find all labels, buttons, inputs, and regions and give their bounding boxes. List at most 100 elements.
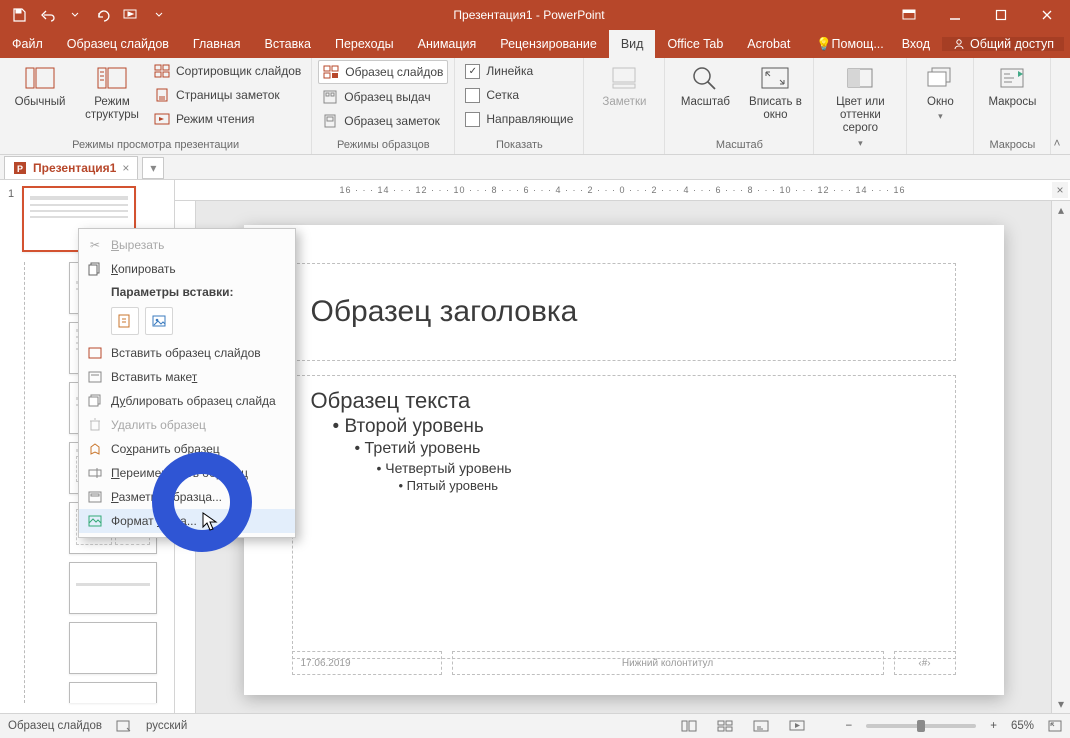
zoom-out-button[interactable]: −	[846, 720, 853, 732]
ribbon-group-macros: Макросы Макросы	[974, 58, 1051, 154]
slide-number-placeholder[interactable]: ‹#›	[894, 651, 956, 675]
outline-view-button[interactable]: Режим структуры	[78, 60, 146, 124]
close-pane-icon[interactable]: ×	[1052, 182, 1068, 198]
slide-canvas-area[interactable]: Образец заголовка Образец текста Второй …	[196, 201, 1051, 713]
outline-view-label: Режим структуры	[82, 96, 142, 122]
ctx-delete-master: Удалить образец	[79, 413, 295, 437]
scroll-up-icon[interactable]: ▴	[1052, 201, 1070, 219]
fit-to-window-icon	[759, 62, 791, 94]
tab-acrobat[interactable]: Acrobat	[735, 30, 802, 58]
title-bar: Презентация1 - PowerPoint	[0, 0, 1070, 30]
guides-checkbox[interactable]: Направляющие	[461, 108, 577, 130]
ctx-copy[interactable]: Копировать	[79, 257, 295, 281]
tell-me-button[interactable]: 💡 Помощ...	[810, 37, 890, 52]
macros-label: Макросы	[988, 96, 1036, 109]
layout-thumbnail[interactable]	[69, 562, 157, 614]
context-menu: ✂Вырезать Копировать Параметры вставки: …	[78, 228, 296, 538]
maximize-button[interactable]	[978, 0, 1024, 30]
ctx-duplicate-master[interactable]: Дублировать образец слайда	[79, 389, 295, 413]
macros-button[interactable]: Макросы	[980, 60, 1044, 111]
close-tab-icon[interactable]: ×	[122, 161, 129, 175]
zoom-icon	[689, 62, 721, 94]
zoom-button[interactable]: Масштаб	[671, 60, 739, 111]
cut-icon: ✂	[87, 237, 103, 253]
normal-view-button[interactable]: Обычный	[6, 60, 74, 111]
ctx-format-background[interactable]: Формат фона...	[79, 509, 295, 533]
color-grayscale-button[interactable]: Цвет или оттенки серого▾	[820, 60, 900, 150]
close-button[interactable]	[1024, 0, 1070, 30]
paste-picture[interactable]	[145, 307, 173, 335]
slide-master-canvas[interactable]: Образец заголовка Образец текста Второй …	[244, 225, 1004, 695]
gridlines-checkbox[interactable]: Сетка	[461, 84, 577, 106]
svg-text:P: P	[17, 164, 23, 174]
ribbon-group-color: Цвет или оттенки серого▾	[814, 58, 907, 154]
notes-master-button[interactable]: Образец заметок	[318, 110, 448, 132]
ctx-paste-options-header: Параметры вставки:	[79, 281, 295, 303]
footer-placeholder[interactable]: Нижний колонтитул	[452, 651, 884, 675]
title-placeholder[interactable]: Образец заголовка	[292, 263, 956, 361]
ctx-preserve-master[interactable]: Сохранить образец	[79, 437, 295, 461]
zoom-level-label[interactable]: 65%	[1011, 720, 1034, 732]
start-from-beginning-button[interactable]	[118, 2, 144, 28]
horizontal-ruler[interactable]: 16 · · · 14 · · · 12 · · · 10 · · · 8 · …	[175, 180, 1070, 201]
tab-office-tab[interactable]: Office Tab	[655, 30, 735, 58]
ribbon-group-label	[913, 149, 967, 154]
zoom-slider-thumb[interactable]	[917, 720, 925, 732]
undo-dropdown-icon[interactable]	[62, 2, 88, 28]
tab-insert[interactable]: Вставка	[253, 30, 323, 58]
sign-in-button[interactable]: Вход	[894, 37, 938, 51]
status-language[interactable]: русский	[146, 720, 187, 732]
tab-file[interactable]: Файл	[0, 30, 55, 58]
notes-page-button[interactable]: Страницы заметок	[150, 84, 305, 106]
qat-customize-icon[interactable]	[146, 2, 172, 28]
redo-button[interactable]	[90, 2, 116, 28]
document-tab-bar: P Презентация1 × ▾	[0, 155, 1070, 180]
new-tab-button[interactable]: ▾	[142, 157, 164, 179]
window-button[interactable]: Окно▾	[913, 60, 967, 124]
vertical-scrollbar[interactable]: ▴ ▾	[1051, 201, 1070, 713]
tab-transitions[interactable]: Переходы	[323, 30, 406, 58]
handout-master-button[interactable]: Образец выдач	[318, 86, 448, 108]
document-tab-label: Презентация1	[33, 161, 116, 175]
tab-review[interactable]: Рецензирование	[488, 30, 609, 58]
tab-home[interactable]: Главная	[181, 30, 253, 58]
checkbox-icon	[465, 88, 480, 103]
slideshow-status-button[interactable]	[786, 717, 808, 735]
share-button[interactable]: Общий доступ	[942, 37, 1064, 51]
ctx-insert-slide-master[interactable]: Вставить образец слайдов	[79, 341, 295, 365]
ruler-checkbox[interactable]: ✓Линейка	[461, 60, 577, 82]
document-tab[interactable]: P Презентация1 ×	[4, 156, 138, 179]
zoom-in-button[interactable]: +	[990, 720, 997, 732]
tab-slide-master[interactable]: Образец слайдов	[55, 30, 181, 58]
date-placeholder[interactable]: 17.06.2019	[292, 651, 442, 675]
ribbon-display-options-button[interactable]	[886, 0, 932, 30]
paste-use-destination-theme[interactable]	[111, 307, 139, 335]
body-level-3: Третий уровень	[355, 440, 937, 458]
slide-sorter-status-button[interactable]	[714, 717, 736, 735]
undo-button[interactable]	[34, 2, 60, 28]
content-placeholder[interactable]: Образец текста Второй уровень Третий уро…	[292, 375, 956, 659]
slide-master-button[interactable]: Образец слайдов	[318, 60, 448, 84]
spell-check-icon[interactable]	[116, 719, 132, 733]
reading-view-status-button[interactable]	[750, 717, 772, 735]
collapse-ribbon-button[interactable]: ˄	[1050, 136, 1064, 150]
scroll-down-icon[interactable]: ▾	[1052, 695, 1070, 713]
normal-view-status-button[interactable]	[678, 717, 700, 735]
ctx-master-layout[interactable]: Разметка образца...	[79, 485, 295, 509]
ctx-rename-master[interactable]: Переименовать образец	[79, 461, 295, 485]
fit-to-window-button[interactable]: Вписать в окно	[743, 60, 807, 124]
handout-master-icon	[322, 89, 338, 105]
ctx-insert-layout[interactable]: Вставить макет	[79, 365, 295, 389]
tab-view[interactable]: Вид	[609, 30, 656, 58]
save-button[interactable]	[6, 2, 32, 28]
body-level-1: Образец текста	[311, 388, 937, 414]
fit-to-window-status-button[interactable]	[1048, 719, 1062, 733]
reading-view-button[interactable]: Режим чтения	[150, 108, 305, 130]
layout-thumbnail[interactable]	[69, 682, 157, 703]
slide-sorter-button[interactable]: Сортировщик слайдов	[150, 60, 305, 82]
zoom-slider[interactable]	[866, 724, 976, 728]
minimize-button[interactable]	[932, 0, 978, 30]
layout-thumbnail[interactable]	[69, 622, 157, 674]
insert-layout-icon	[87, 369, 103, 385]
tab-animation[interactable]: Анимация	[406, 30, 489, 58]
